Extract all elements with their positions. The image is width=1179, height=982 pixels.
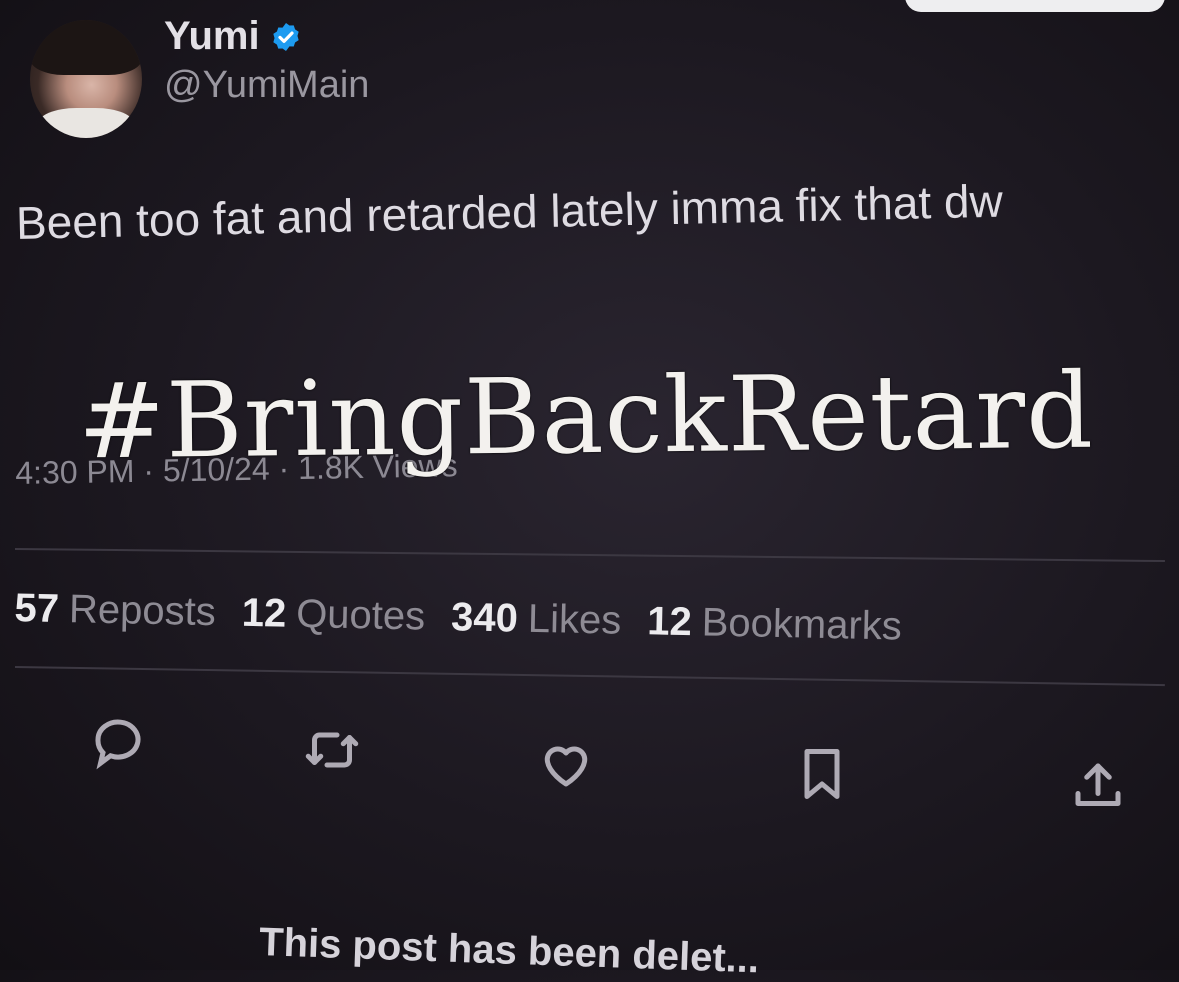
author-handle[interactable]: @YumiMain (164, 64, 369, 107)
stat-count: 12 (646, 599, 693, 645)
stat-label: Quotes (295, 591, 426, 639)
repost-icon (305, 732, 359, 768)
like-button[interactable] (536, 734, 596, 794)
share-button[interactable] (1068, 756, 1128, 816)
bookmark-icon (804, 749, 840, 799)
author-name-row[interactable]: Yumi (164, 14, 302, 59)
avatar-shirt (38, 108, 134, 138)
share-icon (1075, 763, 1121, 806)
verified-badge-icon (272, 22, 299, 51)
stat-reposts[interactable]: 57 Reposts (14, 586, 216, 635)
stat-count: 340 (450, 595, 519, 641)
stat-count: 57 (14, 586, 60, 631)
overlay-hashtag-text: #BringBackRetard (77, 349, 1095, 483)
top-button-partial[interactable] (905, 0, 1165, 12)
avatar[interactable] (30, 20, 142, 138)
stat-bookmarks[interactable]: 12 Bookmarks (647, 599, 902, 649)
repost-button[interactable] (302, 720, 362, 780)
stat-count: 12 (241, 590, 287, 636)
stat-quotes[interactable]: 12 Quotes (241, 591, 425, 640)
author-name[interactable]: Yumi (164, 14, 260, 59)
stat-label: Likes (527, 596, 622, 643)
deleted-post-notice: This post has been delet... (258, 920, 760, 982)
stat-label: Reposts (68, 587, 217, 635)
stat-label: Bookmarks (701, 600, 903, 649)
stats-row: 57 Reposts 12 Quotes 340 Likes 12 Bookmarks (14, 586, 902, 650)
tweet-text: Been too fat and retarded lately imma fi… (15, 174, 1004, 249)
like-icon (544, 746, 588, 787)
bookmark-button[interactable] (792, 744, 852, 804)
divider-top (14, 548, 1165, 563)
avatar-hair (30, 20, 142, 75)
reply-icon (95, 719, 141, 770)
stat-likes[interactable]: 340 Likes (451, 595, 622, 644)
divider-bottom (14, 666, 1165, 687)
reply-button[interactable] (88, 712, 148, 772)
